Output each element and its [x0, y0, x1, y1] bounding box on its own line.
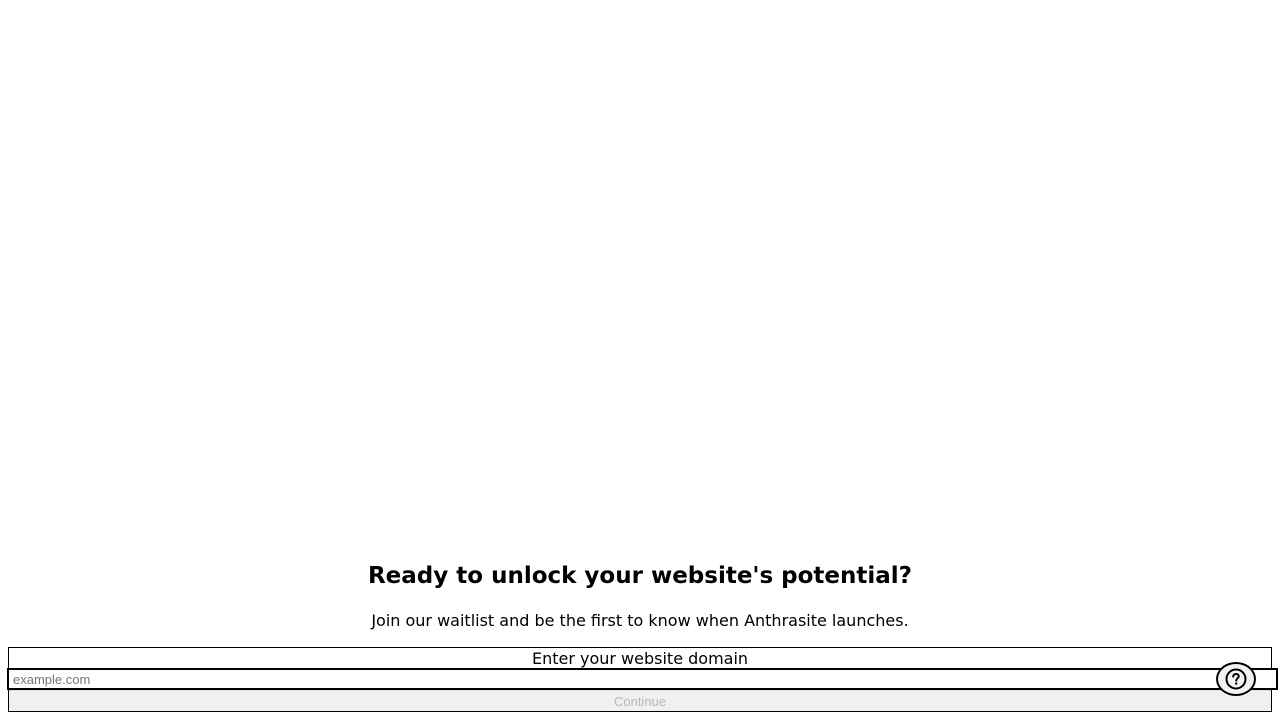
- question-circle-icon: [1225, 668, 1247, 690]
- continue-button[interactable]: Continue: [9, 690, 1271, 711]
- domain-input[interactable]: [7, 668, 1278, 690]
- help-button[interactable]: [1216, 662, 1256, 696]
- hero-blank-area: [0, 0, 1280, 540]
- domain-field-label: Enter your website domain: [531, 649, 749, 668]
- cta-subtitle: Join our waitlist and be the first to kn…: [371, 611, 909, 630]
- cta-title: Ready to unlock your website's potential…: [367, 563, 913, 589]
